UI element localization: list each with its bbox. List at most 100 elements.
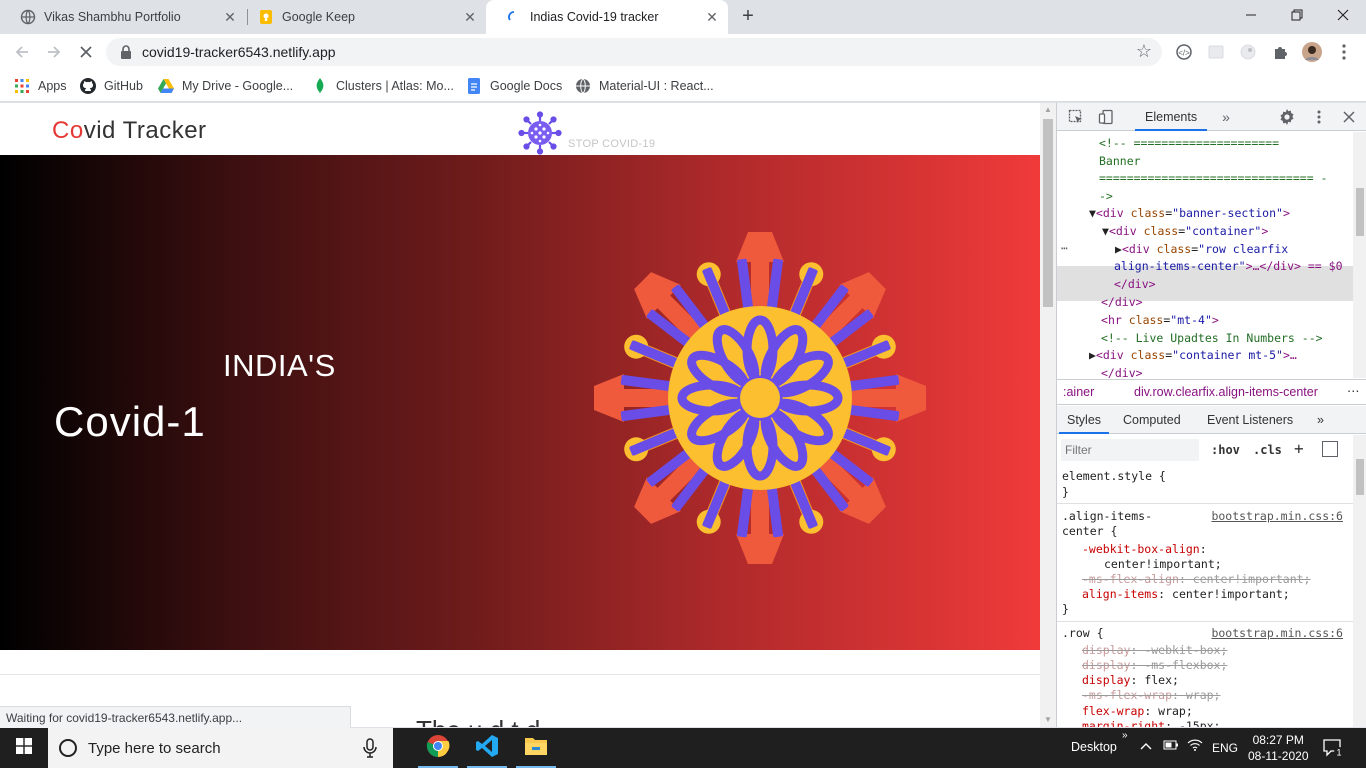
extensions-puzzle-icon[interactable] [1270,42,1290,62]
desktop-toolbar-chevron-icon[interactable]: » [1122,730,1128,741]
taskbar-search-box[interactable]: Type here to search [48,728,393,768]
close-tab-icon[interactable]: ✕ [704,9,720,25]
style-declaration[interactable]: align-items: center!important; [1082,587,1290,602]
scrollbar-thumb[interactable] [1356,188,1364,236]
close-window-button[interactable] [1320,0,1366,30]
devtools-tab-elements[interactable]: Elements [1135,103,1208,131]
taskbar-clock[interactable]: 08:27 PM 08-11-2020 [1248,732,1309,764]
rule-selector[interactable]: .row { [1062,626,1104,641]
forward-button[interactable] [42,40,66,64]
style-declaration[interactable]: flex-wrap: wrap; [1082,704,1193,719]
profile-avatar[interactable] [1302,42,1322,62]
styles-scrollbar[interactable] [1353,435,1366,727]
address-bar[interactable]: covid19-tracker6543.netlify.app ☆ [106,38,1162,66]
language-indicator[interactable]: ENG [1212,741,1238,755]
url-text[interactable]: covid19-tracker6543.netlify.app [142,44,336,60]
bookmark-google-drive[interactable]: My Drive - Google... [158,75,293,97]
style-declaration-overridden[interactable]: display: -ms-flexbox; [1082,658,1227,673]
battery-icon[interactable] [1163,739,1179,754]
dom-close-tag[interactable]: </div> [1101,365,1143,378]
tab-event-listeners[interactable]: Event Listeners [1199,406,1301,434]
taskbar-app-file-explorer[interactable] [512,728,560,768]
scrollbar-thumb[interactable] [1043,119,1053,307]
extension-icon[interactable] [1206,42,1226,62]
minimize-button[interactable] [1228,0,1274,30]
scrollbar-thumb[interactable] [1356,459,1364,495]
dom-comment-line[interactable]: =============================== - [1099,170,1327,188]
more-tabs-chevron-icon[interactable]: » [1309,406,1332,434]
style-declaration-overridden[interactable]: -ms-flex-wrap: wrap; [1082,688,1220,703]
scroll-down-arrow[interactable]: ▼ [1040,713,1056,727]
taskbar-app-vscode[interactable] [463,728,511,768]
close-tab-icon[interactable]: ✕ [462,9,478,25]
style-declaration[interactable]: display: flex; [1082,673,1179,688]
hov-toggle[interactable]: :hov [1211,443,1240,457]
dom-comment-line[interactable]: <!-- Live Upadtes In Numbers --> [1101,330,1323,348]
breadcrumb-item[interactable]: :ainer [1063,385,1094,399]
dom-node-container[interactable]: ▼<div class="container"> [1102,223,1268,241]
dom-comment-line[interactable]: Banner [1099,153,1141,171]
expand-arrow-icon[interactable]: ▶ [1089,348,1096,362]
site-brand[interactable]: Covid Tracker [52,117,207,145]
scroll-up-arrow[interactable]: ▲ [1040,103,1056,117]
expand-arrow-icon[interactable]: ▼ [1089,206,1096,220]
bookmark-star-icon[interactable]: ☆ [1136,41,1152,62]
bookmark-mongodb-atlas[interactable]: Clusters | Atlas: Mo... [312,75,454,97]
taskbar-app-chrome[interactable] [414,728,462,768]
desktop-toolbar-label[interactable]: Desktop [1071,740,1117,754]
dom-tree-scrollbar[interactable] [1353,132,1366,378]
lock-icon[interactable] [120,45,132,59]
dom-comment-line[interactable]: <!-- ===================== [1099,135,1279,153]
devtools-menu-icon[interactable] [1310,108,1328,126]
dom-more-ellipsis-icon[interactable]: ⋯ [1061,240,1068,258]
dom-node-hr[interactable]: <hr class="mt-4"> [1101,312,1219,330]
new-style-rule-icon[interactable]: + [1294,439,1304,458]
dom-node-container-mt5[interactable]: ▶<div class="container mt-5">… [1089,347,1297,365]
bookmark-google-docs[interactable]: Google Docs [466,75,562,97]
bookmark-github[interactable]: GitHub [80,75,143,97]
extension-icon[interactable] [1238,42,1258,62]
breadcrumb-item-current[interactable]: div.row.clearfix.align-items-center [1134,385,1318,399]
more-tabs-chevron-icon[interactable]: » [1217,108,1235,126]
style-declaration[interactable]: margin-right: -15px; [1082,719,1220,727]
tab-google-keep[interactable]: Google Keep ✕ [238,0,486,34]
tab-computed[interactable]: Computed [1115,406,1189,434]
rule-source-link[interactable]: bootstrap.min.css:6 [1211,626,1343,641]
close-tab-icon[interactable]: ✕ [222,9,238,25]
toggle-sidebar-icon[interactable] [1322,441,1338,457]
rule-selector[interactable]: .align-items- [1062,509,1152,524]
style-declaration[interactable]: -webkit-box-align: [1082,542,1207,557]
breadcrumb-more-icon[interactable]: ⋯ [1347,383,1360,398]
dom-node-row-selected[interactable]: ▶<div class="row clearfix [1115,241,1288,259]
rule-selector[interactable]: center { [1062,524,1117,539]
new-tab-button[interactable]: + [738,6,758,26]
devtools-settings-gear-icon[interactable] [1278,108,1296,126]
styles-filter-input[interactable] [1061,439,1199,461]
inspect-element-icon[interactable] [1067,108,1085,126]
restore-button[interactable] [1274,0,1320,30]
bookmark-material-ui[interactable]: Material-UI : React... [575,75,714,97]
expand-arrow-icon[interactable]: ▼ [1102,224,1109,238]
browser-menu-icon[interactable] [1334,42,1354,62]
dom-comment-line[interactable]: -> [1099,188,1113,206]
style-declaration-overridden[interactable]: display: -webkit-box; [1082,643,1227,658]
start-button[interactable] [0,728,48,768]
notification-center-icon[interactable]: 1 [1322,738,1344,758]
show-hidden-icons-chevron-icon[interactable] [1140,739,1152,754]
style-declaration[interactable]: center!important; [1104,557,1222,572]
devtools-close-icon[interactable] [1340,108,1358,126]
device-toolbar-icon[interactable] [1097,108,1115,126]
wifi-icon[interactable] [1187,739,1203,754]
tab-portfolio[interactable]: Vikas Shambhu Portfolio ✕ [0,0,246,34]
tab-styles[interactable]: Styles [1059,406,1110,434]
tab-covid-tracker[interactable]: Indias Covid-19 tracker ✕ [486,0,728,34]
page-scrollbar[interactable]: ▲ ▼ [1040,103,1056,727]
styles-pane[interactable]: element.style { } .align-items- center {… [1057,465,1353,727]
dom-close-tag[interactable]: </div> [1101,294,1143,312]
back-button[interactable] [10,40,34,64]
cls-toggle[interactable]: .cls [1253,443,1282,457]
microphone-icon[interactable] [362,738,378,758]
style-declaration-overridden[interactable]: -ms-flex-align: center!important; [1082,572,1311,587]
stop-loading-button[interactable] [74,40,98,64]
bookmark-apps[interactable]: Apps [14,75,67,97]
